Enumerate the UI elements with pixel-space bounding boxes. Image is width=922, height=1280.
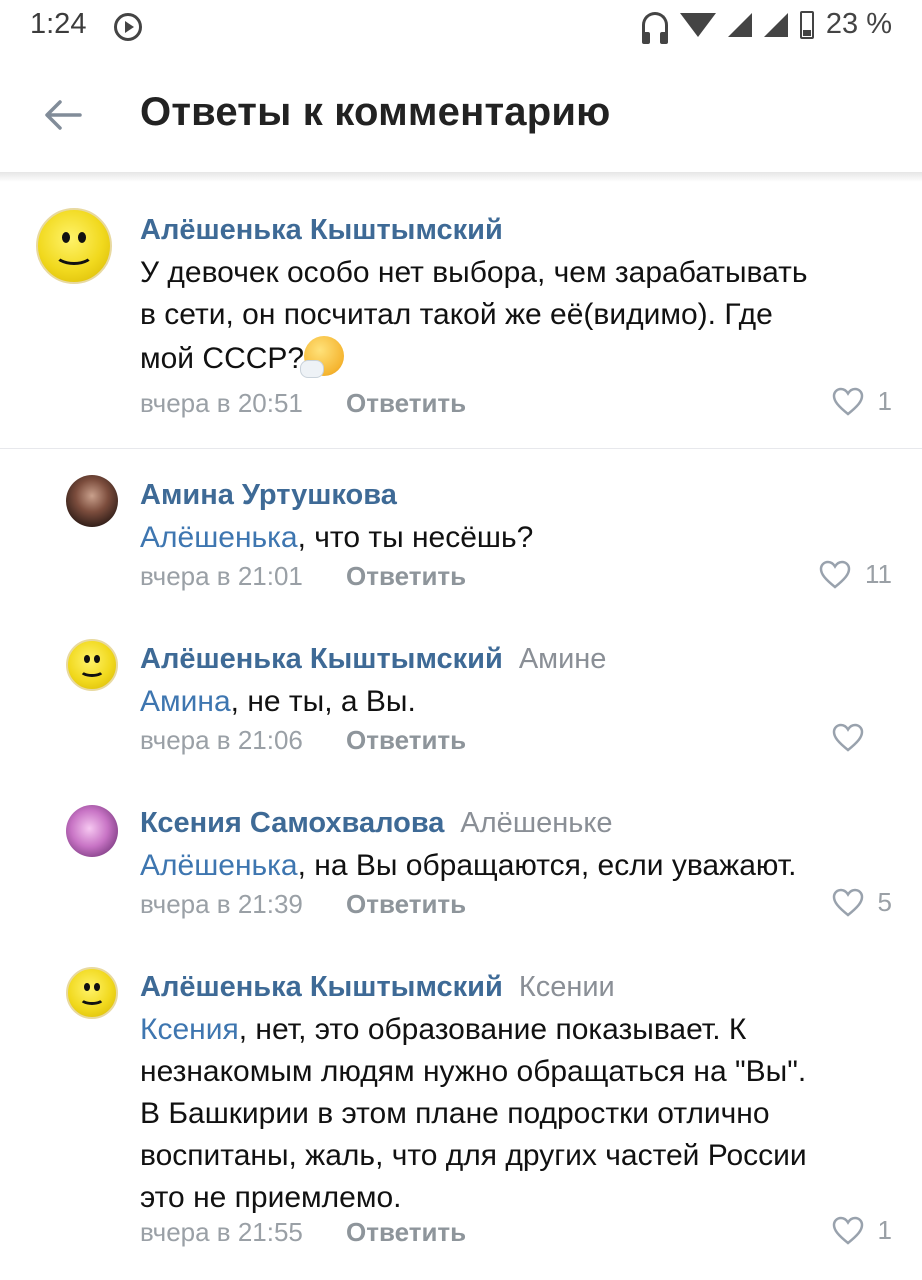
author-name[interactable]: Алёшенька Кыштымский [140,971,503,1003]
reply-button[interactable]: Ответить [346,1217,466,1248]
comment-text-line: Ксения, нет, это образование показывает.… [140,1009,892,1051]
comment-list: Алёшенька Кыштымский У девочек особо нет… [0,182,922,1247]
headset-icon [641,11,668,44]
like-button[interactable]: 1 [832,386,892,417]
comment-text: У девочек особо нет выбора, чем зарабаты… [140,252,892,380]
comment-date: вчера в 21:55 [140,1217,303,1247]
comment-text-body: , на Вы обращаются, если уважают. [297,849,797,882]
avatar[interactable] [66,805,118,857]
comment-header: Алёшенька Кыштымский [140,212,892,248]
comment-text-line: воспитаны, жаль, что для других частей Р… [140,1139,807,1172]
author-name[interactable]: Алёшенька Кыштымский [140,214,503,246]
comment-reply: Ксения Самохвалова Алёшеньке Алёшенька, н… [0,777,922,941]
reply-button[interactable]: Ответить [346,889,466,920]
signal-icon-2 [763,12,788,37]
comment-meta: вчера в 20:51 Ответить 1 [140,386,892,424]
heart-icon [832,723,864,752]
back-button[interactable] [40,92,86,138]
header-shadow [0,172,922,182]
reply-button[interactable]: Ответить [346,388,466,419]
avatar[interactable] [66,639,118,691]
comment-header: Алёшенька Кыштымский Ксении [140,969,892,1005]
battery-icon [799,10,814,39]
like-count: 5 [877,887,892,917]
reply-to[interactable]: Ксении [519,971,615,1003]
author-name[interactable]: Амина Уртушкова [140,479,397,511]
status-time: 1:24 [30,8,87,40]
comment-date: вчера в 20:51 [140,388,303,418]
comment-text-line: мой СССР? [140,336,892,380]
avatar[interactable] [66,967,118,1019]
signal-icon [727,12,752,37]
heart-icon [832,1216,863,1245]
heart-icon [819,560,851,589]
comment-reply: Амина Уртушкова Алёшенька, что ты несёшь… [0,449,922,613]
like-button[interactable]: 5 [832,887,892,918]
like-count: 11 [865,559,892,589]
wifi-icon [679,12,716,37]
avatar[interactable] [36,208,112,284]
heart-icon [832,888,863,917]
comment-reply: Алёшенька Кыштымский Ксении Ксения, нет, … [0,941,922,1271]
comment-text: Амина, не ты, а Вы. [140,681,892,723]
page-title: Ответы к комментарию [140,90,611,134]
author-name[interactable]: Ксения Самохвалова [140,807,444,839]
comment-root: Алёшенька Кыштымский У девочек особо нет… [0,182,922,448]
avatar[interactable] [66,475,118,527]
comment-reply: Алёшенька Кыштымский Амине Амина, не ты, … [0,613,922,777]
mention-link[interactable]: Ксения [140,1013,239,1046]
comment-date: вчера в 21:01 [140,561,303,591]
status-bar: 1:24 23 % [0,0,922,56]
comment-text-line: В Башкирии в этом плане подростки отличн… [140,1097,770,1130]
comment-text-line: незнакомым людям нужно обращаться на "Вы… [140,1055,807,1088]
status-icons: 23 % [641,8,892,44]
like-count: 1 [877,386,892,416]
heart-icon [832,387,863,416]
comment-text-body: , не ты, а Вы. [230,685,416,718]
reply-to[interactable]: Амине [519,643,607,675]
comment-text-body: , нет, это образование показывает. К [238,1013,747,1046]
screen-record-icon [114,13,142,41]
comment-text-body: , что ты несёшь? [297,521,534,554]
reply-to[interactable]: Алёшеньке [460,807,612,839]
comment-meta: вчера в 21:55 Ответить 1 [140,1215,892,1253]
comment-meta: вчера в 21:06 Ответить [140,723,892,761]
comment-text-line: У девочек особо нет выбора, чем зарабаты… [140,256,808,289]
battery-percent: 23 % [825,8,892,40]
comment-text-end: мой СССР? [140,342,305,375]
comment-text: Алёшенька, что ты несёшь? [140,517,892,559]
author-name[interactable]: Алёшенька Кыштымский [140,643,503,675]
comment-text: Ксения, нет, это образование показывает.… [140,1009,892,1219]
comment-date: вчера в 21:06 [140,725,303,755]
like-button[interactable]: 11 [819,559,892,590]
back-arrow-icon [45,100,82,130]
sneezing-face-emoji-icon [300,336,345,378]
comment-text: Алёшенька, на Вы обращаются, если уважаю… [140,845,892,887]
comment-date: вчера в 21:39 [140,889,303,919]
comment-header: Амина Уртушкова [140,477,892,513]
comment-header: Ксения Самохвалова Алёшеньке [140,805,892,841]
like-button[interactable]: 1 [832,1215,892,1246]
app-header: Ответы к комментарию [0,56,922,172]
like-count: 1 [877,1215,892,1245]
comment-text-line: это не приемлемо. [140,1181,402,1214]
reply-button[interactable]: Ответить [346,725,466,756]
like-button[interactable] [832,723,892,753]
comment-text-line: в сети, он посчитал такой же её(видимо).… [140,298,773,331]
comment-meta: вчера в 21:39 Ответить 5 [140,887,892,925]
comment-header: Алёшенька Кыштымский Амине [140,641,892,677]
mention-link[interactable]: Амина [140,685,231,718]
mention-link[interactable]: Алёшенька [140,521,298,554]
mention-link[interactable]: Алёшенька [140,849,298,882]
reply-button[interactable]: Ответить [346,561,466,592]
comment-meta: вчера в 21:01 Ответить 11 [140,559,892,597]
